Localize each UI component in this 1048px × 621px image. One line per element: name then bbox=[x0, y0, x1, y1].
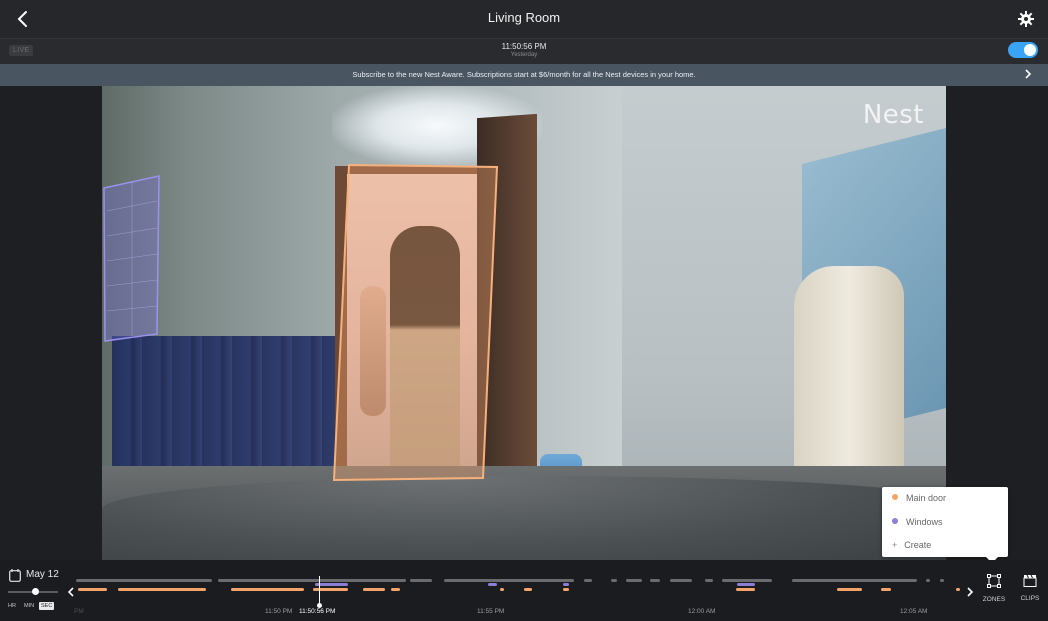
zone-label: Create bbox=[904, 540, 932, 550]
timeline-tick: PM bbox=[74, 608, 84, 615]
plus-icon: + bbox=[892, 540, 898, 550]
timeline-next-icon[interactable] bbox=[966, 587, 974, 597]
timeline-tick: 11:55 PM bbox=[477, 608, 505, 615]
nest-watermark: Nest bbox=[862, 100, 924, 130]
current-time: 11:50:56 PM bbox=[501, 42, 547, 51]
zone-label: Windows bbox=[906, 517, 943, 527]
timeline-date[interactable]: May 12 bbox=[26, 569, 59, 580]
clapperboard-icon bbox=[1023, 574, 1037, 587]
camera-feed[interactable]: Nest bbox=[102, 86, 946, 560]
timeline-tick-current: 11:50:56 PM bbox=[299, 608, 336, 615]
zoom-hr[interactable]: HR bbox=[8, 603, 16, 609]
timeline-panel: May 12 HR MIN SEC PM 11:50 PM 11:50:56 P… bbox=[0, 560, 1048, 621]
zoom-slider[interactable] bbox=[8, 588, 58, 595]
event-bars-main-door bbox=[78, 588, 960, 591]
zoom-sec[interactable]: SEC bbox=[39, 602, 55, 610]
page-title: Living Room bbox=[487, 10, 561, 25]
toggle-knob bbox=[1024, 44, 1036, 56]
clips-label: CLIPS bbox=[1020, 595, 1040, 602]
clips-button[interactable]: CLIPS bbox=[1016, 574, 1044, 602]
event-bars-windows bbox=[315, 583, 755, 586]
timeline-tick: 12:05 AM bbox=[900, 608, 928, 615]
zones-menu: Main door Windows + Create bbox=[882, 487, 1008, 563]
zones-icon bbox=[987, 574, 1001, 588]
chevron-right-icon[interactable] bbox=[1024, 69, 1032, 79]
camera-toggle[interactable] bbox=[1008, 42, 1038, 58]
banner-text: Subscribe to the new Nest Aware. Subscri… bbox=[352, 70, 696, 79]
timeline-tick: 11:50 PM bbox=[265, 608, 293, 615]
zone-item-main-door[interactable]: Main door bbox=[892, 493, 946, 503]
status-bar: LIVE 11:50:56 PM Yesterday bbox=[0, 38, 1048, 65]
zone-color-dot bbox=[892, 494, 898, 500]
zone-windows bbox=[103, 175, 160, 342]
zoom-slider-handle[interactable] bbox=[32, 588, 39, 595]
event-timeline[interactable] bbox=[76, 576, 964, 604]
gear-icon[interactable] bbox=[1018, 11, 1034, 27]
timeline-prev-icon[interactable] bbox=[67, 587, 75, 597]
zone-item-windows[interactable]: Windows bbox=[892, 517, 943, 527]
calendar-icon[interactable] bbox=[9, 569, 21, 582]
timeline-tick: 12:00 AM bbox=[688, 608, 716, 615]
activity-zones bbox=[103, 163, 499, 482]
playhead[interactable] bbox=[317, 576, 322, 608]
zone-main-door bbox=[332, 163, 499, 482]
event-bars-gray bbox=[76, 579, 944, 582]
zone-color-dot bbox=[892, 518, 898, 524]
current-day: Yesterday bbox=[510, 52, 538, 58]
zone-label: Main door bbox=[906, 493, 947, 503]
subscription-banner[interactable]: Subscribe to the new Nest Aware. Subscri… bbox=[0, 64, 1048, 86]
zones-button[interactable]: ZONES bbox=[980, 574, 1008, 603]
top-bar: Living Room bbox=[0, 0, 1048, 38]
zone-item-create[interactable]: + Create bbox=[892, 540, 931, 550]
zones-label: ZONES bbox=[982, 596, 1006, 603]
zoom-min[interactable]: MIN bbox=[24, 603, 34, 609]
